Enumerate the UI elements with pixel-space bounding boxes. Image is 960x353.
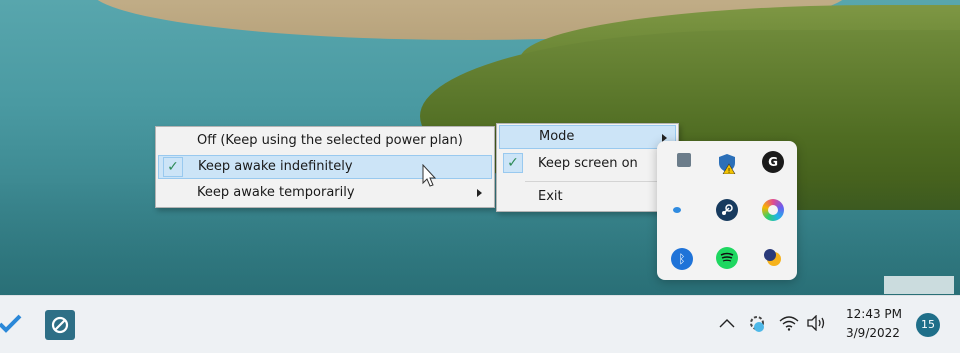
github-icon[interactable]: G <box>762 151 784 173</box>
mouse-cursor-icon <box>422 163 438 192</box>
app-block-icon[interactable] <box>45 310 75 340</box>
bluetooth-icon[interactable]: ᛒ <box>671 248 693 270</box>
tray-overflow-flyout: ! G ᛒ <box>657 141 797 280</box>
monitor-icon[interactable] <box>677 153 691 167</box>
copilot-icon[interactable] <box>762 199 784 221</box>
awake-context-menu: Off (Keep using the selected power plan)… <box>155 126 495 208</box>
volume-icon[interactable] <box>806 314 828 335</box>
show-hidden-icons-chevron-icon[interactable] <box>718 316 736 334</box>
menu-item-keep-awake-temporarily[interactable]: Keep awake temporarily <box>158 181 492 205</box>
menu-item-exit-label: Exit <box>538 189 563 204</box>
defender-warning-icon[interactable]: ! <box>716 152 738 174</box>
svg-text:!: ! <box>728 167 731 174</box>
menu-item-indefinitely-label: Keep awake indefinitely <box>198 159 353 174</box>
clock-date[interactable]: 3/9/2022 <box>846 326 900 340</box>
clock-time[interactable]: 12:43 PM <box>846 307 902 321</box>
todo-check-icon[interactable] <box>0 312 24 340</box>
spotify-icon[interactable] <box>716 247 738 269</box>
awake-icon[interactable] <box>762 247 784 269</box>
submenu-arrow-icon <box>477 189 482 197</box>
checkmark-icon: ✓ <box>503 153 523 173</box>
menu-separator <box>525 181 674 182</box>
steam-icon[interactable] <box>716 199 738 221</box>
menu-item-keep-screen-on-label: Keep screen on <box>538 156 638 171</box>
menu-item-mode-label: Mode <box>539 129 575 144</box>
menu-item-off[interactable]: Off (Keep using the selected power plan) <box>158 129 492 153</box>
menu-item-exit[interactable]: Exit <box>499 185 676 209</box>
awake-submenu: Mode ✓ Keep screen on Exit <box>496 123 679 212</box>
menu-item-keep-screen-on[interactable]: ✓ Keep screen on <box>499 152 676 176</box>
notification-badge[interactable]: 15 <box>916 313 940 337</box>
menu-item-off-label: Off (Keep using the selected power plan) <box>197 133 463 148</box>
cloud-icon[interactable] <box>671 199 693 221</box>
menu-item-temporarily-label: Keep awake temporarily <box>197 185 355 200</box>
gear-cloud-icon[interactable] <box>746 312 770 340</box>
menu-item-keep-awake-indefinitely[interactable]: ✓ Keep awake indefinitely <box>158 155 492 179</box>
wifi-icon[interactable] <box>779 315 799 335</box>
menu-item-mode[interactable]: Mode <box>499 125 676 149</box>
checkmark-icon: ✓ <box>163 157 183 177</box>
